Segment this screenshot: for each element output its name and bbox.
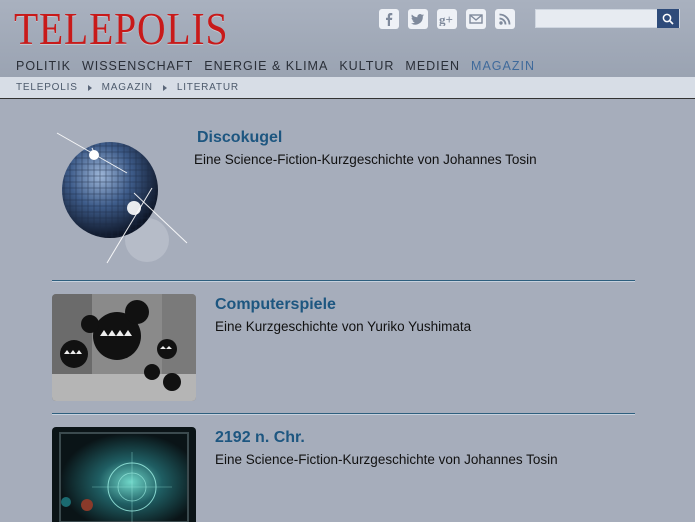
rss-icon[interactable] [495, 9, 515, 29]
computerspiele-thumbnail[interactable] [52, 294, 196, 401]
article-subtitle: Eine Kurzgeschichte von Yuriko Yushimata [215, 319, 472, 334]
breadcrumb-telepolis[interactable]: TELEPOLIS [16, 82, 78, 93]
article-subtitle: Eine Science-Fiction-Kurzgeschichte von … [215, 452, 558, 467]
article-divider [52, 280, 635, 281]
nav-item-magazin[interactable]: MAGAZIN [471, 59, 535, 73]
twitter-icon[interactable] [408, 9, 428, 29]
discokugel-thumbnail[interactable] [52, 128, 192, 268]
article-title[interactable]: 2192 n. Chr. [215, 429, 305, 447]
svg-text:g+: g+ [439, 12, 453, 26]
article-subtitle: Eine Science-Fiction-Kurzgeschichte von … [194, 152, 537, 167]
nav-item-medien[interactable]: MEDIEN [405, 59, 460, 73]
main-nav: POLITIK WISSENSCHAFT ENERGIE & KLIMA KUL… [16, 59, 546, 73]
site-logo[interactable]: TELEPOLIS [14, 4, 228, 54]
breadcrumb-literatur[interactable]: LITERATUR [177, 82, 239, 93]
article-title[interactable]: Computerspiele [215, 296, 336, 314]
article-title[interactable]: Discokugel [197, 129, 282, 147]
site-header: TELEPOLIS g+ POLITIK WISSENSCHAFT ENERGI… [0, 0, 695, 78]
nav-item-politik[interactable]: POLITIK [16, 59, 71, 73]
nav-item-energie-klima[interactable]: ENERGIE & KLIMA [204, 59, 328, 73]
facebook-icon[interactable] [379, 9, 399, 29]
search-box [535, 9, 680, 28]
nav-item-wissenschaft[interactable]: WISSENSCHAFT [82, 59, 193, 73]
breadcrumb-magazin[interactable]: MAGAZIN [102, 82, 153, 93]
2192-thumbnail[interactable] [52, 427, 196, 522]
breadcrumb: TELEPOLIS MAGAZIN LITERATUR [0, 77, 695, 99]
article-divider [52, 413, 635, 414]
breadcrumb-arrow-icon [87, 84, 92, 91]
social-links: g+ [379, 9, 515, 29]
search-button[interactable] [657, 9, 679, 28]
search-input[interactable] [536, 10, 666, 27]
nav-item-kultur[interactable]: KULTUR [339, 59, 394, 73]
breadcrumb-arrow-icon [162, 84, 167, 91]
search-icon [662, 13, 674, 25]
googleplus-icon[interactable]: g+ [437, 9, 457, 29]
mail-icon[interactable] [466, 9, 486, 29]
